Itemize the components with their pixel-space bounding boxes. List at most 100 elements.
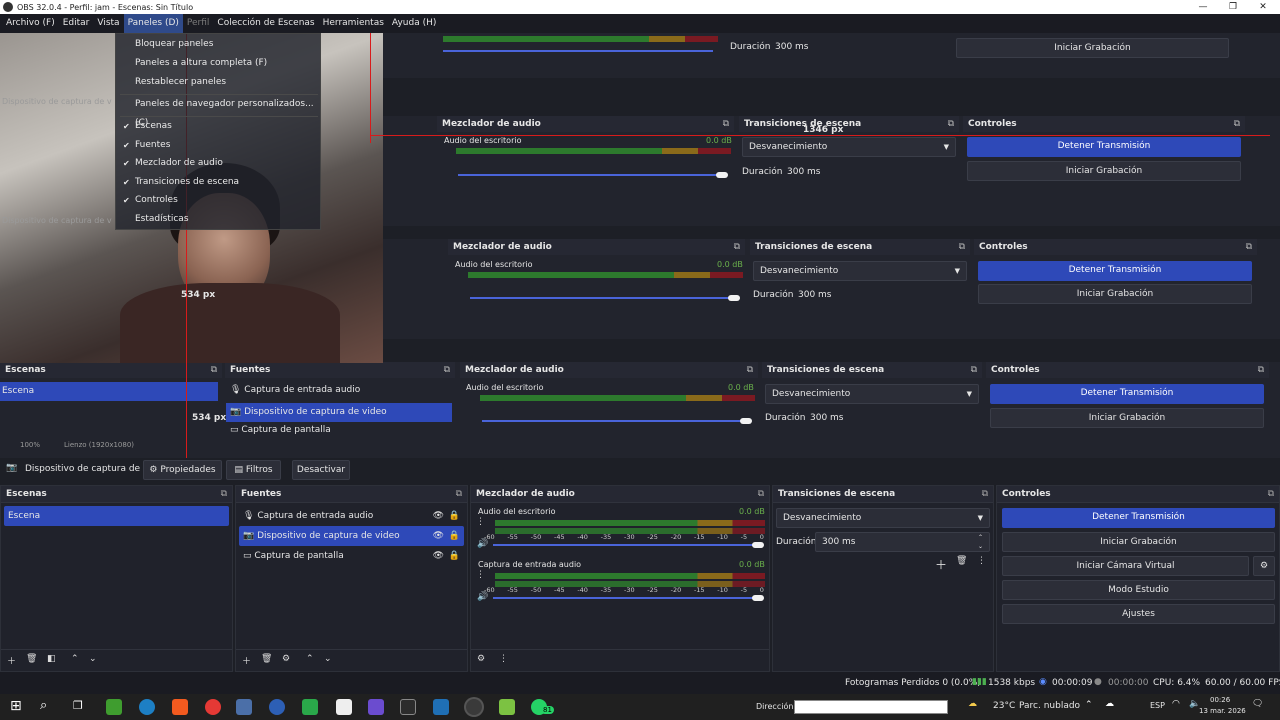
properties-button[interactable]: ⚙ Propiedades [143, 460, 222, 480]
menu-reset-docks[interactable]: Restablecer paneles [116, 73, 320, 92]
globe-icon[interactable] [269, 699, 285, 715]
menu-toggle-scenes[interactable]: ✔ Escenas [116, 117, 320, 136]
minecraft-icon[interactable] [106, 699, 122, 715]
float-dock-icon[interactable]: ⧉ [1268, 486, 1274, 503]
virtual-camera-settings-gear-icon[interactable]: ⚙ [1253, 556, 1275, 576]
source-item[interactable]: 📷 Dispositivo de captura de video 👁 🔒 [239, 526, 464, 546]
cloud-icon[interactable]: ☁ [1105, 699, 1114, 709]
add-icon[interactable]: ＋ [935, 556, 947, 573]
menu-docks[interactable]: Paneles (D) [123, 14, 183, 33]
speaker-icon[interactable]: 🔊 [477, 539, 488, 549]
monitor-icon: ▭ [243, 551, 252, 561]
address-input[interactable] [794, 700, 948, 714]
add-icon[interactable]: ＋ [7, 654, 16, 667]
camera-icon: 📷 [243, 531, 255, 541]
lock-icon[interactable]: 🔒 [449, 526, 460, 546]
volume-meter [495, 520, 765, 526]
volume-slider-knob[interactable] [752, 595, 764, 601]
chevron-up-icon[interactable]: ⌃ [1085, 700, 1093, 710]
volume-slider-knob[interactable] [752, 542, 764, 548]
brave-icon[interactable] [172, 699, 188, 715]
menu-toggle-stats[interactable]: Estadísticas [116, 210, 320, 229]
menu-toggle-sources[interactable]: ✔ Fuentes [116, 136, 320, 155]
volume-slider[interactable] [493, 544, 763, 546]
filter-icon[interactable]: ◧ [47, 654, 56, 664]
windows-start-icon[interactable]: ⊞ [10, 698, 22, 714]
kebab-menu-icon[interactable]: ⋮ [476, 517, 485, 527]
add-icon[interactable]: ＋ [242, 654, 251, 667]
menu-help[interactable]: Ayuda (H) [388, 14, 440, 33]
speaker-icon[interactable]: 🔊 [477, 592, 488, 602]
gear-icon[interactable]: ⚙ [282, 654, 290, 664]
close-button[interactable]: ✕ [1248, 0, 1278, 14]
lock-icon[interactable]: 🔒 [449, 546, 460, 566]
settings-button[interactable]: Ajustes [1002, 604, 1275, 624]
spin-arrows-icon[interactable]: ⌃ ⌄ [978, 533, 983, 551]
echo-scenes-title: Escenas ⧉ [0, 362, 222, 378]
trash-icon[interactable]: 🗑 [26, 654, 37, 664]
source-item[interactable]: ▭ Captura de pantalla 👁 🔒 [239, 546, 464, 566]
menu-tools[interactable]: Herramientas [319, 14, 388, 33]
document-icon[interactable] [336, 699, 352, 715]
float-dock-icon[interactable]: ⧉ [758, 486, 764, 503]
trash-icon[interactable]: 🗑 [956, 556, 967, 566]
menu-toggle-mixer[interactable]: ✔ Mezclador de audio [116, 154, 320, 173]
menu-custom-browser-docks[interactable]: Paneles de navegador personalizados... (… [116, 95, 320, 128]
studio-mode-button[interactable]: Modo Estudio [1002, 580, 1275, 600]
wifi-icon[interactable]: ◠ [1172, 699, 1180, 709]
duration-spinbox[interactable]: 300 ms ⌃ ⌄ [815, 532, 990, 552]
video-player-icon[interactable] [205, 699, 221, 715]
capcut-icon[interactable] [400, 699, 416, 715]
menu-edit[interactable]: Editar [59, 14, 94, 33]
menu-profile[interactable]: Perfil [183, 14, 214, 33]
start-recording-button[interactable]: Iniciar Grabación [1002, 532, 1275, 552]
visibility-eye-icon[interactable]: 👁 [433, 506, 444, 526]
float-dock-icon[interactable]: ⧉ [221, 486, 227, 503]
language-indicator[interactable]: ESP [1150, 701, 1165, 710]
source-item[interactable]: 🎙 Captura de entrada audio 👁 🔒 [239, 506, 464, 526]
clock-time[interactable]: 00:26 [1210, 696, 1230, 704]
kebab-menu-icon[interactable]: ⋮ [476, 570, 485, 580]
visibility-eye-icon[interactable]: 👁 [433, 526, 444, 546]
visibility-eye-icon[interactable]: 👁 [433, 546, 444, 566]
files-icon[interactable] [236, 699, 252, 715]
obs-icon[interactable] [466, 699, 482, 715]
edge-icon[interactable] [139, 699, 155, 715]
clock-date[interactable]: 13 mar. 2026 [1199, 707, 1246, 715]
menu-toggle-controls[interactable]: ✔ Controles [116, 191, 320, 210]
trash-icon[interactable]: 🗑 [261, 654, 272, 664]
menu-scene-collection[interactable]: Colección de Escenas [213, 14, 318, 33]
lock-icon[interactable]: 🔒 [449, 506, 460, 526]
app-icon[interactable] [499, 699, 515, 715]
store-icon[interactable] [302, 699, 318, 715]
notifications-icon[interactable]: 🗨 [1252, 699, 1263, 709]
maximize-button[interactable]: ❐ [1218, 0, 1248, 14]
float-dock-icon[interactable]: ⧉ [456, 486, 462, 503]
transition-type-select[interactable]: Desvanecimiento ▼ [776, 508, 990, 528]
move-down-icon[interactable]: ⌄ [89, 654, 97, 664]
search-icon[interactable]: ⌕ [40, 698, 47, 713]
deactivate-button[interactable]: Desactivar [292, 460, 350, 480]
filters-button[interactable]: ▤ Filtros [226, 460, 281, 480]
minimize-button[interactable]: — [1188, 0, 1218, 14]
menu-toggle-transitions[interactable]: ✔ Transiciones de escena [116, 173, 320, 192]
kebab-menu-icon[interactable]: ⋮ [977, 556, 986, 566]
discord-icon[interactable] [368, 699, 384, 715]
echo-meter [468, 272, 743, 278]
volume-slider[interactable] [493, 597, 763, 599]
move-up-icon[interactable]: ⌃ [306, 654, 314, 664]
kebab-menu-icon[interactable]: ⋮ [499, 654, 508, 664]
menu-file[interactable]: Archivo (F) [2, 14, 59, 33]
task-view-icon[interactable]: ❐ [73, 699, 83, 712]
float-dock-icon[interactable]: ⧉ [982, 486, 988, 503]
advanced-audio-icon[interactable]: ⚙ [477, 654, 485, 664]
app-icon[interactable] [433, 699, 449, 715]
move-down-icon[interactable]: ⌄ [324, 654, 332, 664]
start-virtual-camera-button[interactable]: Iniciar Cámara Virtual [1002, 556, 1249, 576]
menu-full-height-docks[interactable]: Paneles a altura completa (F) [116, 54, 320, 73]
scene-item[interactable]: Escena [4, 506, 229, 526]
move-up-icon[interactable]: ⌃ [71, 654, 79, 664]
stop-streaming-button[interactable]: Detener Transmisión [1002, 508, 1275, 528]
menu-lock-docks[interactable]: Bloquear paneles [116, 35, 320, 54]
menu-view[interactable]: Vista [93, 14, 123, 33]
